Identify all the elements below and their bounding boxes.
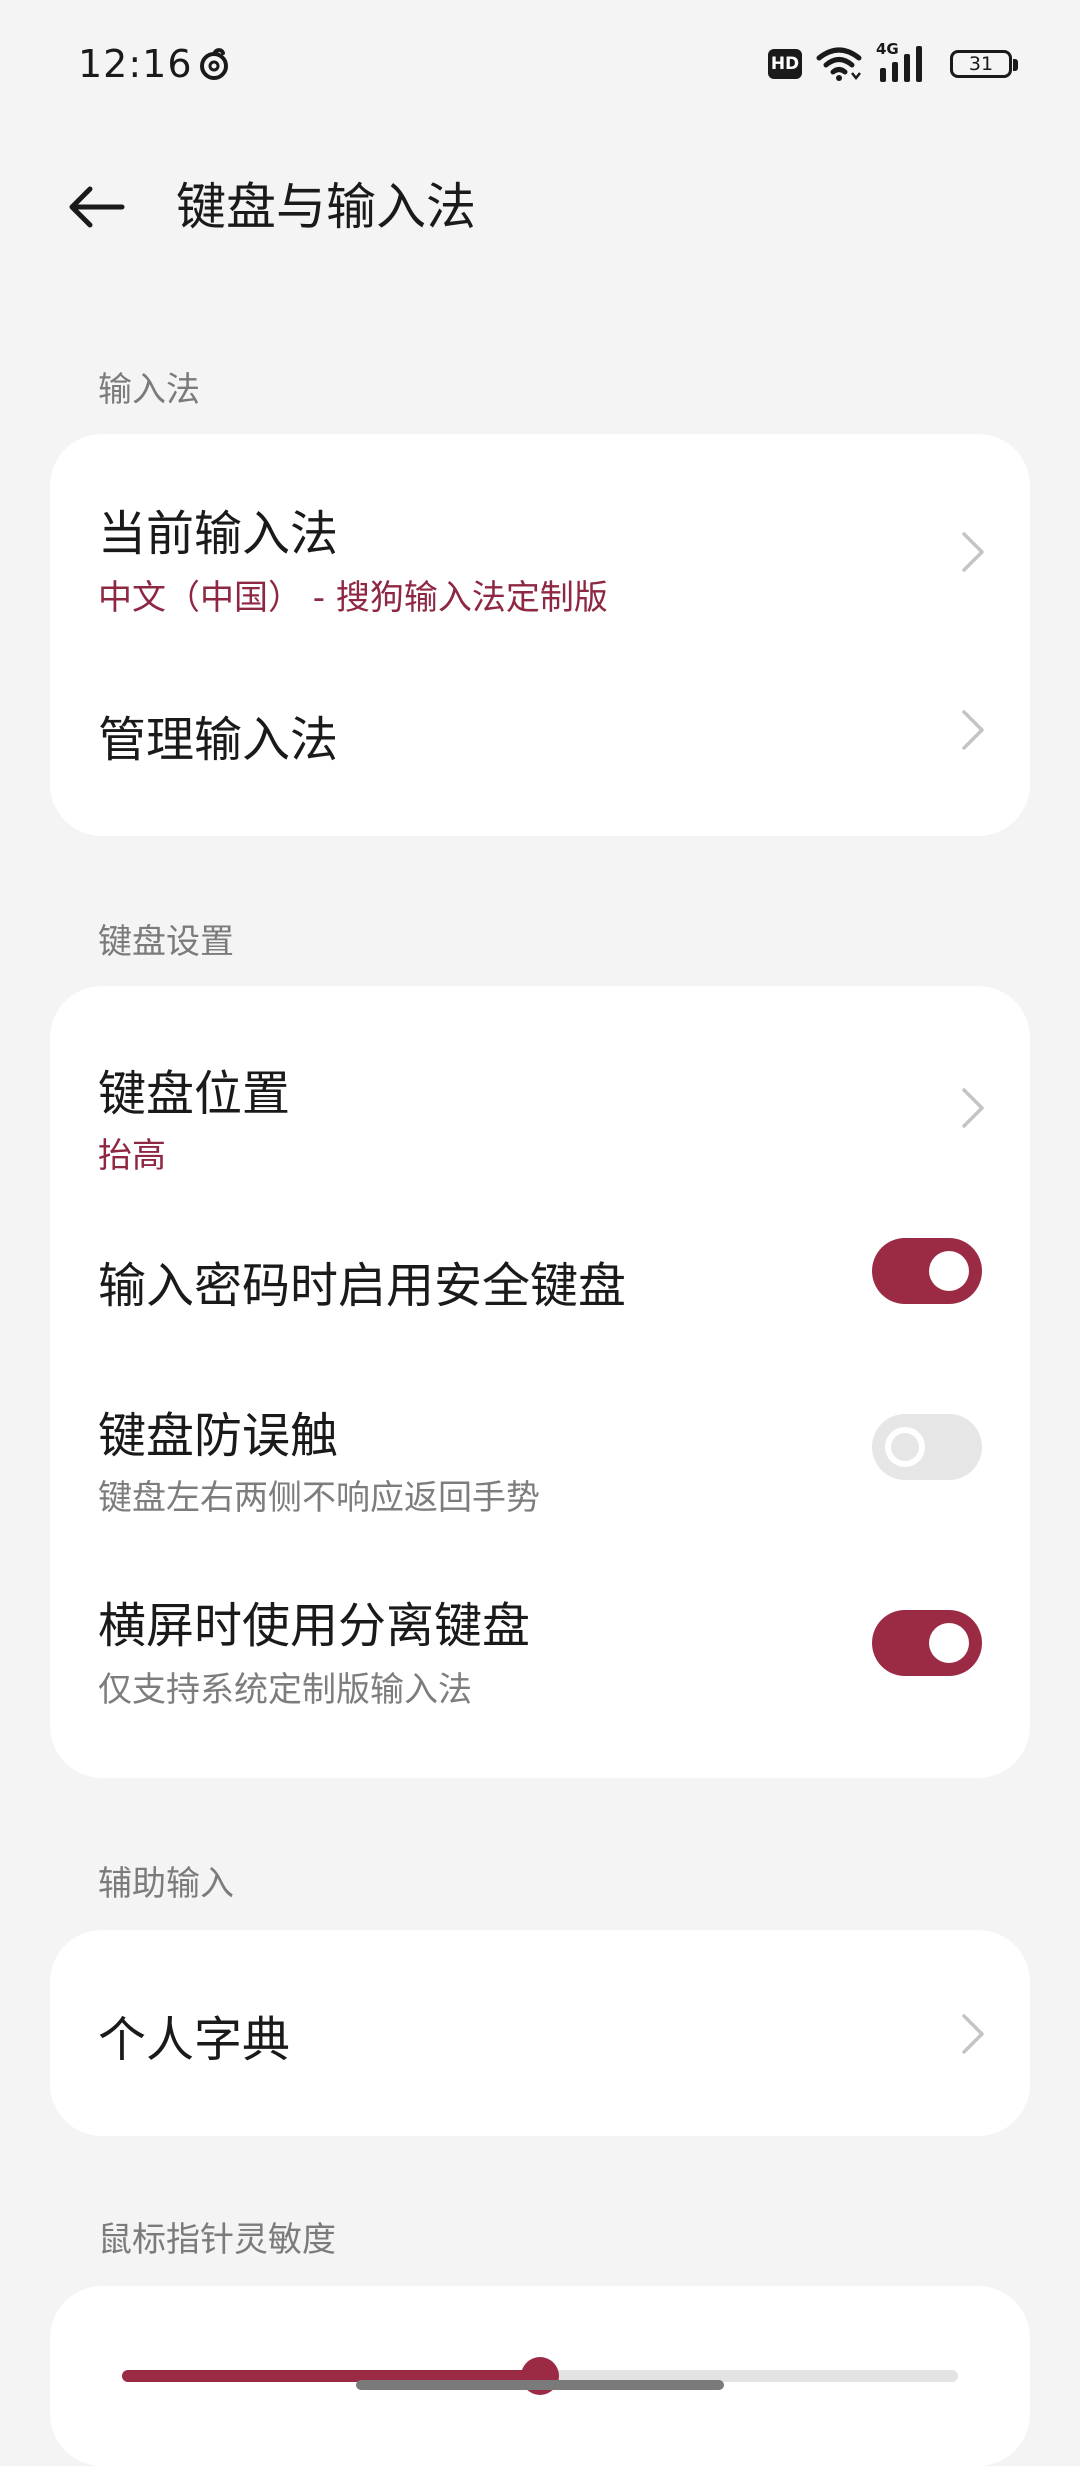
chevron-right-icon — [962, 2014, 984, 2054]
battery-level: 31 — [968, 53, 994, 75]
top-app-bar: 键盘与输入法 — [0, 150, 1080, 260]
toggle-knob — [929, 1251, 969, 1291]
split-keyboard-toggle[interactable] — [872, 1610, 982, 1676]
cellular-signal: 4G — [876, 40, 928, 84]
section-header-input-method: 输入法 — [98, 370, 200, 410]
signal-icon — [880, 46, 922, 82]
netease-music-icon — [200, 48, 228, 80]
toggle-knob — [885, 1427, 925, 1467]
toggle-knob — [929, 1623, 969, 1663]
secure-keyboard-title: 输入密码时启用安全键盘 — [98, 1258, 627, 1314]
secure-keyboard-row[interactable]: 输入密码时启用安全键盘 — [50, 1206, 1030, 1356]
personal-dictionary-row[interactable]: 个人字典 — [50, 1930, 1030, 2136]
anti-mistouch-title: 键盘防误触 — [98, 1408, 339, 1464]
secure-keyboard-toggle[interactable] — [872, 1238, 982, 1304]
back-button[interactable] — [56, 172, 136, 242]
personal-dictionary-title: 个人字典 — [98, 2012, 291, 2068]
chevron-right-icon — [962, 1088, 984, 1128]
anti-mistouch-subtitle: 键盘左右两侧不响应返回手势 — [98, 1478, 540, 1518]
current-input-method-row[interactable]: 当前输入法 中文（中国） - 搜狗输入法定制版 — [50, 434, 1030, 630]
manage-input-methods-row[interactable]: 管理输入法 — [50, 630, 1030, 836]
manage-input-methods-title: 管理输入法 — [98, 712, 339, 768]
page-title: 键盘与输入法 — [176, 178, 476, 236]
keyboard-position-title: 键盘位置 — [98, 1066, 291, 1122]
status-time: 12:16 — [78, 42, 193, 86]
split-keyboard-subtitle: 仅支持系统定制版输入法 — [98, 1670, 472, 1710]
section-header-assist-input: 辅助输入 — [98, 1864, 234, 1904]
wifi-icon — [816, 47, 862, 81]
input-method-card: 当前输入法 中文（中国） - 搜狗输入法定制版 管理输入法 — [50, 434, 1030, 836]
section-header-keyboard-settings: 键盘设置 — [98, 922, 234, 962]
current-input-method-value: 中文（中国） - 搜狗输入法定制版 — [98, 578, 608, 618]
chevron-right-icon — [962, 710, 984, 750]
status-icons: HD 4G 31 — [768, 40, 1018, 86]
pointer-speed-card — [50, 2286, 1030, 2466]
keyboard-position-row[interactable]: 键盘位置 抬高 — [50, 986, 1030, 1206]
status-bar: 12:16 HD 4G 31 — [0, 0, 1080, 130]
home-indicator[interactable] — [356, 2380, 724, 2390]
arrow-left-icon — [69, 186, 125, 228]
chevron-right-icon — [962, 532, 984, 572]
split-keyboard-title: 横屏时使用分离键盘 — [98, 1598, 531, 1654]
keyboard-settings-card: 键盘位置 抬高 输入密码时启用安全键盘 键盘防误触 键盘左右两侧不响应返回手势 … — [50, 986, 1030, 1778]
current-input-method-title: 当前输入法 — [98, 506, 339, 562]
split-keyboard-row[interactable]: 横屏时使用分离键盘 仅支持系统定制版输入法 — [50, 1556, 1030, 1778]
keyboard-position-value: 抬高 — [98, 1136, 166, 1176]
anti-mistouch-row[interactable]: 键盘防误触 键盘左右两侧不响应返回手势 — [50, 1356, 1030, 1556]
assist-input-card: 个人字典 — [50, 1930, 1030, 2136]
anti-mistouch-toggle[interactable] — [872, 1414, 982, 1480]
hd-icon: HD — [768, 49, 802, 79]
section-header-pointer-speed: 鼠标指针灵敏度 — [98, 2220, 336, 2260]
battery-icon: 31 — [950, 50, 1018, 78]
